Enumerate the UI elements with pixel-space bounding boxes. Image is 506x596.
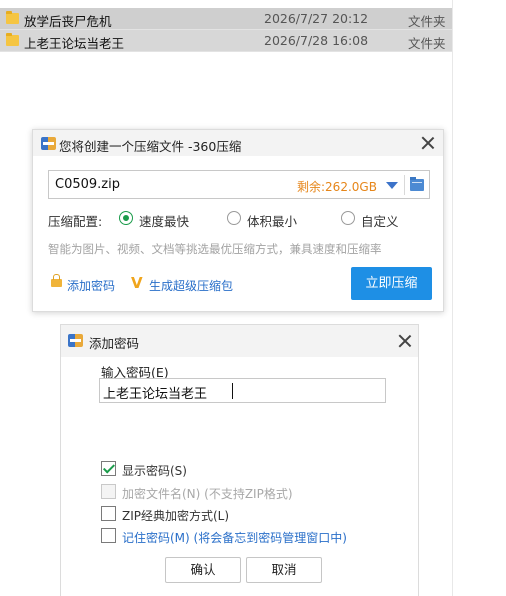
password-value[interactable]: 上老王论坛当老王: [103, 383, 207, 402]
compress-now-button[interactable]: 立即压缩: [351, 267, 432, 300]
file-name: 上老王论坛当老王: [24, 36, 125, 51]
browse-folder-icon[interactable]: [410, 177, 424, 191]
show-password-label[interactable]: 显示密码(S): [122, 462, 187, 479]
add-password-link[interactable]: 添加密码: [67, 277, 115, 294]
archive-filename[interactable]: C0509.zip: [55, 177, 120, 192]
divider: [452, 0, 453, 596]
file-date: 2026/7/27 20:12: [264, 11, 369, 26]
cancel-button[interactable]: 取消: [246, 557, 322, 583]
v-icon[interactable]: V: [131, 274, 143, 292]
archive-path-field[interactable]: C0509.zip 剩余:262.0GB: [48, 170, 430, 199]
password-input[interactable]: 上老王论坛当老王: [99, 378, 386, 403]
password-dialog-title: 添加密码: [89, 336, 140, 351]
super-pack-link[interactable]: 生成超级压缩包: [149, 277, 233, 294]
radio-custom-label[interactable]: 自定义: [361, 211, 399, 230]
radio-smallest[interactable]: [227, 211, 241, 225]
radio-custom[interactable]: [341, 211, 355, 225]
folder-icon: [6, 11, 19, 24]
show-password-checkbox[interactable]: [101, 461, 116, 476]
radio-fastest-label[interactable]: 速度最快: [139, 211, 189, 230]
app-icon: [41, 137, 56, 150]
screen: 放学后丧尸危机 2026/7/27 20:12 文件夹 上老王论坛当老王 202…: [0, 0, 506, 596]
lock-icon[interactable]: [51, 274, 62, 287]
text-caret: [232, 383, 233, 399]
password-dialog: 添加密码 输入密码(E) 上老王论坛当老王 显示密码(S) 加密文件名(N) (…: [60, 324, 419, 596]
remember-password-label[interactable]: 记住密码(M) (将会备忘到密码管理窗口中): [122, 529, 347, 546]
file-type: 文件夹: [408, 36, 446, 51]
file-name: 放学后丧尸危机: [24, 14, 112, 29]
encrypt-filenames-checkbox: [101, 484, 116, 499]
compress-config-label: 压缩配置:: [48, 214, 103, 229]
close-icon[interactable]: [398, 334, 412, 348]
file-list: 放学后丧尸危机 2026/7/27 20:12 文件夹 上老王论坛当老王 202…: [0, 8, 452, 52]
dropdown-arrow-icon[interactable]: [386, 182, 398, 189]
compress-hint: 智能为图片、视频、文档等挑选最优压缩方式，兼具速度和压缩率: [48, 242, 382, 256]
zip-classic-encryption-label[interactable]: ZIP经典加密方式(L): [122, 507, 229, 524]
remember-password-checkbox[interactable]: [101, 528, 116, 543]
encrypt-filenames-label: 加密文件名(N) (不支持ZIP格式): [122, 487, 293, 501]
file-date: 2026/7/28 16:08: [264, 33, 369, 48]
compress-dialog-titlebar[interactable]: 您将创建一个压缩文件 -360压缩: [33, 130, 443, 156]
compress-dialog-title: 您将创建一个压缩文件 -360压缩: [59, 139, 242, 154]
file-type: 文件夹: [408, 14, 446, 29]
radio-smallest-label[interactable]: 体积最小: [247, 211, 297, 230]
compress-dialog: 您将创建一个压缩文件 -360压缩 C0509.zip 剩余:262.0GB 压…: [32, 129, 444, 312]
remaining-space: 剩余:262.0GB: [297, 180, 377, 194]
password-dialog-titlebar[interactable]: 添加密码: [61, 325, 418, 357]
divider: [404, 175, 405, 195]
radio-fastest[interactable]: [119, 211, 133, 225]
app-icon: [68, 334, 83, 347]
close-icon[interactable]: [421, 136, 435, 150]
file-row[interactable]: 上老王论坛当老王 2026/7/28 16:08 文件夹: [0, 30, 452, 52]
file-row[interactable]: 放学后丧尸危机 2026/7/27 20:12 文件夹: [0, 8, 452, 30]
confirm-button[interactable]: 确认: [165, 557, 241, 583]
zip-classic-encryption-checkbox[interactable]: [101, 506, 116, 521]
folder-icon: [6, 33, 19, 46]
